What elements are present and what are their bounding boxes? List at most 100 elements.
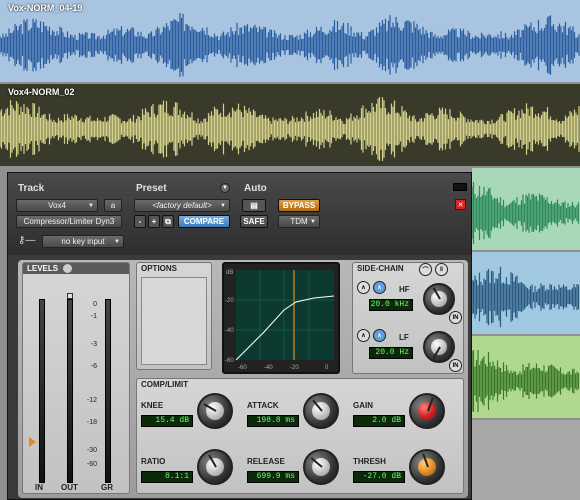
- preset-label: Preset: [136, 183, 167, 194]
- meter-marker: [67, 293, 73, 299]
- sidechain-listen-icon[interactable]: ⌒: [419, 263, 432, 276]
- lf-value[interactable]: 20.0 Hz: [369, 347, 413, 359]
- lf-enable-button[interactable]: ∧: [373, 329, 386, 342]
- waveform-path: [0, 97, 580, 161]
- format-selector[interactable]: TDM ▼: [278, 215, 320, 228]
- channel-value: a: [110, 201, 116, 210]
- attack-label: ATTACK: [247, 401, 279, 410]
- gr-label: GR: [101, 483, 113, 492]
- release-value[interactable]: 699.9 ms: [247, 471, 299, 483]
- bypass-button[interactable]: BYPASS: [278, 199, 320, 212]
- minimize-button[interactable]: [453, 183, 467, 191]
- thresh-value[interactable]: -27.0 dB: [353, 471, 405, 483]
- close-icon[interactable]: ✕: [455, 199, 466, 210]
- track-selector[interactable]: Vox4 ▼: [16, 199, 98, 212]
- key-input-value: no key input: [61, 237, 105, 246]
- gain-label: GAIN: [353, 401, 373, 410]
- options-panel: OPTIONS: [136, 262, 212, 370]
- chevron-down-icon: ▼: [88, 202, 94, 209]
- waveform: [472, 266, 580, 328]
- graph-unit: dB: [226, 270, 233, 276]
- auto-label: Auto: [244, 183, 267, 194]
- hf-knob[interactable]: [423, 283, 455, 315]
- y-tick: -60: [225, 358, 234, 364]
- key-input-selector[interactable]: no key input ▼: [42, 235, 124, 248]
- hf-filter-shape-button[interactable]: ∧: [357, 281, 370, 294]
- in-meter: [39, 299, 45, 483]
- lf-label: LF: [399, 333, 409, 342]
- options-title: OPTIONS: [141, 264, 178, 273]
- preset-minus-button[interactable]: -: [134, 215, 146, 228]
- plugin-header: Track Vox4 ▼ a Compressor/Limiter Dyn3 ⚷—…: [8, 173, 471, 255]
- track-green-1[interactable]: [472, 168, 580, 250]
- lf-filter-shape-button[interactable]: ∧: [357, 329, 370, 342]
- track-vox4-norm[interactable]: Vox4-NORM_02: [0, 84, 580, 166]
- chevron-down-icon: ▼: [220, 202, 226, 209]
- waveform: [472, 181, 580, 245]
- track-selector-value: Vox4: [48, 201, 66, 210]
- hf-enable-button[interactable]: ∧: [373, 281, 386, 294]
- track-vox-norm[interactable]: Vox-NORM_04-19: [0, 0, 580, 82]
- track-blue-2[interactable]: [472, 252, 580, 334]
- waveform-path: [0, 13, 580, 77]
- hf-label: HF: [399, 285, 410, 294]
- preset-menu-button[interactable]: ▼: [220, 183, 230, 193]
- levels-title: LEVELS: [23, 263, 129, 274]
- scale-3: -3: [90, 341, 97, 348]
- knee-value[interactable]: 15.4 dB: [141, 415, 193, 427]
- attack-knob[interactable]: [303, 393, 339, 429]
- preset-plus-button[interactable]: +: [148, 215, 160, 228]
- waveform-path: [472, 181, 580, 245]
- plugin-body: LEVELS 0 -1 -3 -6 -12 -18 -30 -60 IN OUT…: [18, 260, 468, 498]
- sidechain-enable-button[interactable]: ‖: [435, 263, 448, 276]
- track-green-3[interactable]: [472, 336, 580, 418]
- out-meter: [67, 299, 73, 483]
- thresh-label: THRESH: [353, 457, 386, 466]
- key-icon: ⚷—: [18, 235, 36, 246]
- scale-18: -18: [86, 419, 97, 426]
- options-area: [141, 277, 207, 365]
- x-tick: -40: [264, 365, 273, 371]
- gain-knob[interactable]: [409, 393, 445, 429]
- gain-value[interactable]: 2.0 dB: [353, 415, 405, 427]
- transfer-graph: dB -20 -40 -60 -60 -40 -20 0: [222, 262, 340, 374]
- channel-selector[interactable]: a: [104, 199, 122, 212]
- auto-button[interactable]: ▤: [242, 199, 266, 212]
- copy-icon[interactable]: ⧉: [162, 215, 174, 228]
- preset-value: <factory default>: [152, 201, 212, 210]
- x-tick: 0: [325, 365, 329, 371]
- attack-value[interactable]: 198.8 ms: [247, 415, 299, 427]
- scale-1: -1: [90, 313, 97, 320]
- y-tick: -20: [225, 298, 234, 304]
- plugin-selector[interactable]: Compressor/Limiter Dyn3: [16, 215, 122, 228]
- ratio-label: RATIO: [141, 457, 166, 466]
- waveform-path: [472, 266, 580, 328]
- preset-selector[interactable]: <factory default> ▼: [134, 199, 230, 212]
- ratio-value[interactable]: 8.1:1: [141, 471, 193, 483]
- ratio-knob[interactable]: [197, 449, 233, 485]
- safe-button[interactable]: SAFE: [240, 215, 268, 228]
- complimit-title: COMP/LIMIT: [141, 380, 189, 389]
- plugin-name: Compressor/Limiter Dyn3: [23, 217, 115, 226]
- lf-knob[interactable]: [423, 331, 455, 363]
- graph-svg: dB -20 -40 -60 -60 -40 -20 0: [225, 270, 335, 371]
- hf-in-button[interactable]: IN: [449, 311, 462, 324]
- complimit-panel: COMP/LIMIT KNEE 15.4 dB ATTACK 198.8 ms …: [136, 378, 464, 494]
- threshold-marker[interactable]: [29, 437, 36, 447]
- out-label: OUT: [61, 483, 78, 492]
- compare-button[interactable]: COMPARE: [178, 215, 230, 228]
- hf-value[interactable]: 20.0 kHz: [369, 299, 413, 311]
- scale-6: -6: [90, 363, 97, 370]
- knee-knob[interactable]: [197, 393, 233, 429]
- in-label: IN: [35, 483, 43, 492]
- track-empty[interactable]: [472, 420, 580, 500]
- levels-panel: LEVELS 0 -1 -3 -6 -12 -18 -30 -60 IN OUT…: [22, 262, 130, 494]
- release-knob[interactable]: [303, 449, 339, 485]
- thresh-knob[interactable]: [409, 449, 445, 485]
- release-label: RELEASE: [247, 457, 285, 466]
- format-value: TDM: [290, 217, 308, 226]
- scale-12: -12: [86, 397, 97, 404]
- levels-icon[interactable]: [63, 264, 72, 273]
- lf-in-button[interactable]: IN: [449, 359, 462, 372]
- track-name: Vox4-NORM_02: [8, 87, 75, 97]
